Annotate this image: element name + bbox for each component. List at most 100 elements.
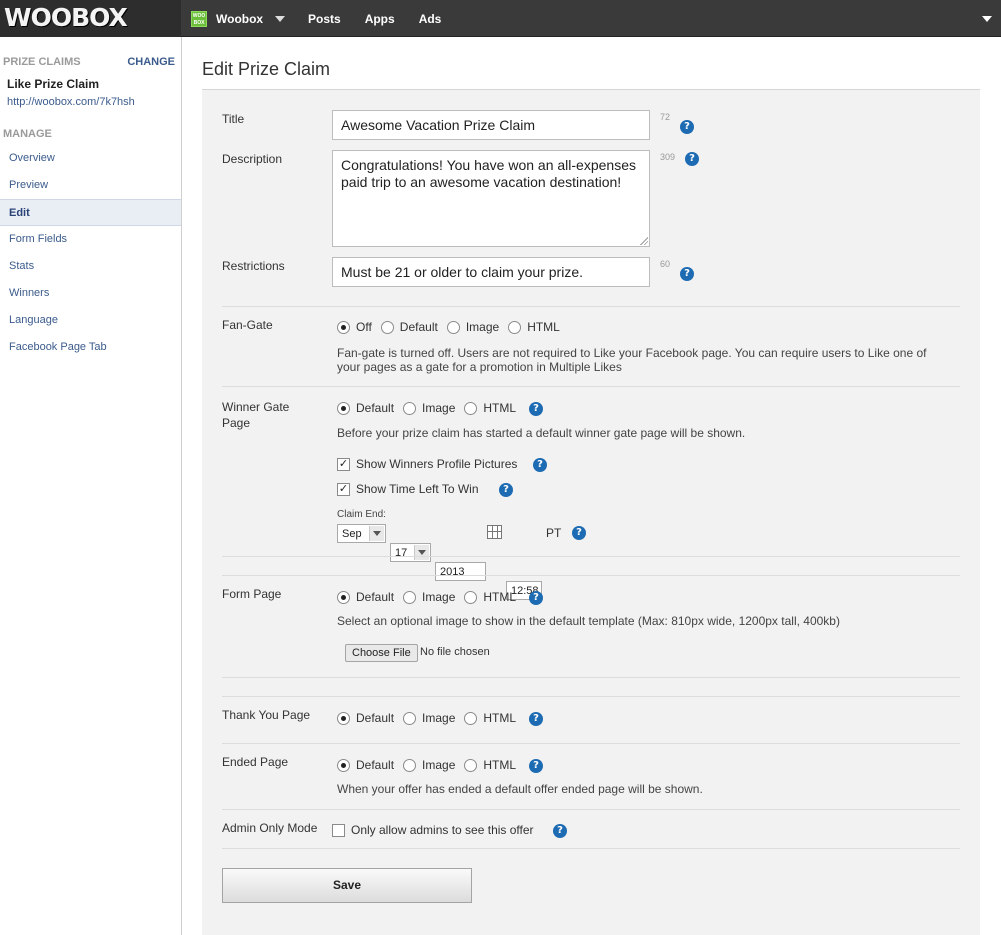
ended-html-option[interactable]: HTML bbox=[464, 758, 516, 772]
fan-gate-off-option[interactable]: Off bbox=[337, 320, 372, 334]
radio[interactable] bbox=[464, 711, 478, 725]
winner-gate-help-icon[interactable]: ? bbox=[529, 402, 543, 416]
manage-label: MANAGE bbox=[3, 128, 52, 140]
radio[interactable] bbox=[403, 590, 417, 604]
radio-selected[interactable] bbox=[337, 590, 350, 604]
restrictions-input[interactable]: Must be 21 or older to claim your prize. bbox=[332, 257, 650, 287]
description-textarea[interactable]: Congratulations! You have won an all-exp… bbox=[332, 150, 650, 247]
radio[interactable] bbox=[464, 590, 478, 604]
winner-gate-default-option[interactable]: Default bbox=[337, 401, 394, 415]
show-time-left-row[interactable]: ✓ Show Time Left To Win bbox=[337, 482, 479, 496]
form-page-image-option[interactable]: Image bbox=[403, 590, 455, 604]
form-page-default-option[interactable]: Default bbox=[337, 590, 394, 604]
thank-you-help-icon[interactable]: ? bbox=[529, 712, 543, 726]
radio-selected[interactable] bbox=[337, 711, 350, 725]
admin-only-help-icon[interactable]: ? bbox=[553, 824, 567, 838]
thank-you-image-option[interactable]: Image bbox=[403, 711, 455, 725]
claim-end-day-select[interactable]: 17 bbox=[390, 543, 431, 562]
claim-end-month-select[interactable]: Sep bbox=[337, 524, 386, 543]
radio[interactable] bbox=[403, 401, 417, 415]
restrictions-help-icon[interactable]: ? bbox=[680, 267, 694, 281]
divider bbox=[222, 556, 960, 557]
radio-selected[interactable] bbox=[337, 401, 350, 415]
radio-selected[interactable] bbox=[337, 758, 350, 772]
fan-gate-html-option[interactable]: HTML bbox=[508, 320, 560, 334]
fan-gate-image-option[interactable]: Image bbox=[446, 320, 499, 334]
admin-only-checkbox-label: Only allow admins to see this offer bbox=[351, 823, 534, 837]
show-profile-pictures-checkbox[interactable]: ✓ bbox=[337, 457, 350, 471]
show-profile-pictures-label: Show Winners Profile Pictures bbox=[356, 457, 518, 471]
top-bar: WOOBOX WOO BOX Woobox Posts Apps Ads bbox=[0, 0, 1001, 37]
radio[interactable] bbox=[403, 711, 417, 725]
sidebar-item-stats[interactable]: Stats bbox=[0, 253, 181, 280]
account-name: Woobox bbox=[216, 12, 264, 26]
description-text: Congratulations! You have won an all-exp… bbox=[341, 157, 636, 190]
title-help-icon[interactable]: ? bbox=[680, 120, 694, 134]
divider bbox=[222, 743, 960, 744]
chevron-down-icon bbox=[369, 526, 384, 541]
choose-file-button[interactable]: Choose File bbox=[345, 644, 418, 662]
ended-image-option[interactable]: Image bbox=[403, 758, 455, 772]
radio[interactable] bbox=[380, 320, 394, 334]
nav-apps[interactable]: Apps bbox=[365, 12, 395, 26]
nav-posts[interactable]: Posts bbox=[308, 12, 341, 26]
form-page-label: Form Page bbox=[222, 587, 282, 601]
ended-default-option[interactable]: Default bbox=[337, 758, 394, 772]
account-switcher[interactable]: WOO BOX Woobox bbox=[191, 9, 286, 29]
edit-form-panel: Title Awesome Vacation Prize Claim 72 ? … bbox=[202, 89, 980, 935]
page-title: Edit Prize Claim bbox=[202, 59, 331, 79]
option-label: Default bbox=[356, 758, 395, 772]
nav-ads[interactable]: Ads bbox=[419, 12, 442, 26]
promotion-title: Like Prize Claim bbox=[7, 77, 100, 91]
show-profile-pictures-row[interactable]: ✓ Show Winners Profile Pictures bbox=[337, 457, 517, 471]
thank-you-default-option[interactable]: Default bbox=[337, 711, 394, 725]
menu-dropdown-icon[interactable] bbox=[982, 16, 992, 22]
sidebar-item-preview[interactable]: Preview bbox=[0, 172, 181, 199]
ended-page-help-icon[interactable]: ? bbox=[529, 759, 543, 773]
woobox-logo[interactable]: WOOBOX bbox=[4, 4, 128, 32]
save-button[interactable]: Save bbox=[222, 868, 472, 903]
restrictions-label: Restrictions bbox=[222, 259, 285, 273]
radio[interactable] bbox=[464, 758, 478, 772]
sidebar-item-winners[interactable]: Winners bbox=[0, 280, 181, 307]
winner-gate-html-option[interactable]: HTML bbox=[464, 401, 516, 415]
thank-you-html-option[interactable]: HTML bbox=[464, 711, 516, 725]
fan-gate-default-option[interactable]: Default bbox=[380, 320, 438, 334]
form-page-html-option[interactable]: HTML bbox=[464, 590, 516, 604]
sidebar-item-language[interactable]: Language bbox=[0, 307, 181, 334]
promotion-url-link[interactable]: http://woobox.com/7k7hsh bbox=[7, 96, 135, 108]
sidebar-item-form-fields[interactable]: Form Fields bbox=[0, 226, 181, 253]
option-label: Image bbox=[422, 401, 456, 415]
change-link[interactable]: CHANGE bbox=[127, 56, 175, 68]
claim-end-year-input[interactable]: 2013 bbox=[435, 562, 486, 581]
description-help-icon[interactable]: ? bbox=[685, 152, 699, 166]
title-input[interactable]: Awesome Vacation Prize Claim bbox=[332, 110, 650, 140]
restrictions-char-count: 60 bbox=[660, 259, 671, 269]
divider bbox=[222, 306, 960, 307]
radio[interactable] bbox=[508, 320, 522, 334]
sidebar: PRIZE CLAIMS CHANGE Like Prize Claim htt… bbox=[0, 37, 182, 935]
sidebar-item-edit[interactable]: Edit bbox=[0, 199, 181, 226]
admin-only-checkbox[interactable] bbox=[332, 823, 345, 837]
radio[interactable] bbox=[403, 758, 417, 772]
no-file-chosen-text: No file chosen bbox=[420, 646, 490, 658]
resize-grip-icon[interactable] bbox=[640, 237, 648, 245]
profile-pictures-help-icon[interactable]: ? bbox=[533, 458, 547, 472]
option-label: Default bbox=[356, 590, 395, 604]
radio[interactable] bbox=[446, 320, 460, 334]
time-left-help-icon[interactable]: ? bbox=[499, 483, 513, 497]
description-label: Description bbox=[222, 152, 283, 166]
admin-only-row[interactable]: Only allow admins to see this offer bbox=[332, 823, 534, 837]
option-label: HTML bbox=[527, 320, 560, 334]
form-page-help-icon[interactable]: ? bbox=[529, 591, 543, 605]
sidebar-item-overview[interactable]: Overview bbox=[0, 145, 181, 172]
calendar-icon[interactable] bbox=[487, 525, 502, 539]
fan-gate-options: Off Default Image HTML bbox=[337, 320, 569, 334]
claim-end-help-icon[interactable]: ? bbox=[572, 526, 586, 540]
sidebar-item-facebook-page-tab[interactable]: Facebook Page Tab bbox=[0, 334, 181, 361]
top-nav: Posts Apps Ads bbox=[308, 12, 465, 26]
show-time-left-checkbox[interactable]: ✓ bbox=[337, 482, 350, 496]
radio[interactable] bbox=[464, 401, 478, 415]
winner-gate-image-option[interactable]: Image bbox=[403, 401, 455, 415]
radio-selected[interactable] bbox=[337, 320, 350, 334]
